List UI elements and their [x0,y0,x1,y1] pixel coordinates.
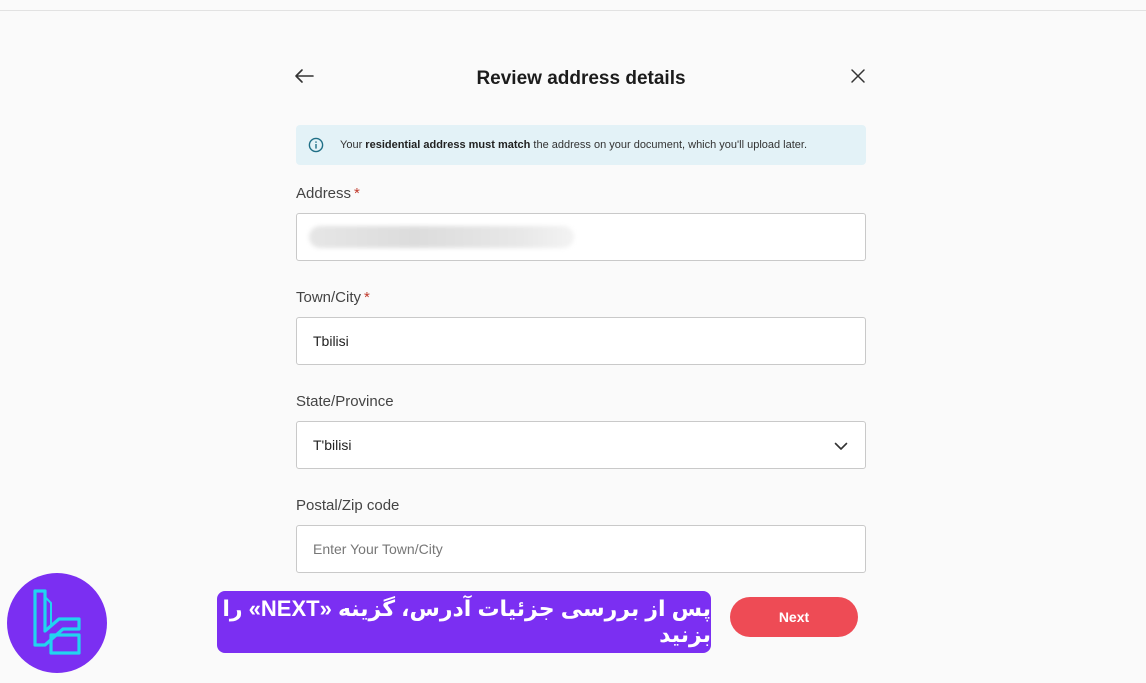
address-label-text: Address [296,185,352,202]
info-icon [308,137,324,153]
address-match-notice: Your residential address must match the … [296,125,866,165]
state-select-value: T'bilisi [313,437,352,453]
city-label: Town/City * [296,289,370,306]
required-mark: * [354,185,360,202]
panel-header: Review address details [295,60,866,100]
postal-code-placeholder: Enter Your Town/City [313,541,443,557]
overlay-caption-text: پس از بررسی جزئیات آدرس، گزینه «NEXT» را… [222,596,711,647]
redacted-address-value [309,226,574,248]
top-divider [0,10,1146,11]
city-label-text: Town/City [296,289,362,306]
page-title: Review address details [476,68,686,89]
logo-mark-icon [33,589,81,655]
postal-code-input[interactable]: Enter Your Town/City [296,525,866,573]
notice-text: Your residential address must match the … [340,139,807,151]
address-label: Address * [296,185,360,202]
address-input[interactable] [296,213,866,261]
city-input[interactable]: Tbilisi [296,317,866,365]
notice-text-bold: residential address must match [365,139,531,151]
close-icon [851,69,865,83]
postal-label: Postal/Zip code [296,497,400,514]
required-mark: * [364,289,370,306]
notice-text-prefix: Your [340,139,366,151]
chevron-down-icon [834,442,848,450]
overlay-caption-banner: پس از بررسی جزئیات آدرس، گزینه «NEXT» را… [217,591,711,653]
notice-text-suffix: the address on your document, which you'… [530,139,808,151]
next-button[interactable]: Next [730,597,858,637]
state-label: State/Province [296,393,394,410]
site-logo [7,573,107,673]
state-select[interactable]: T'bilisi [296,421,866,469]
city-input-value: Tbilisi [313,333,349,349]
close-button[interactable] [844,62,872,90]
